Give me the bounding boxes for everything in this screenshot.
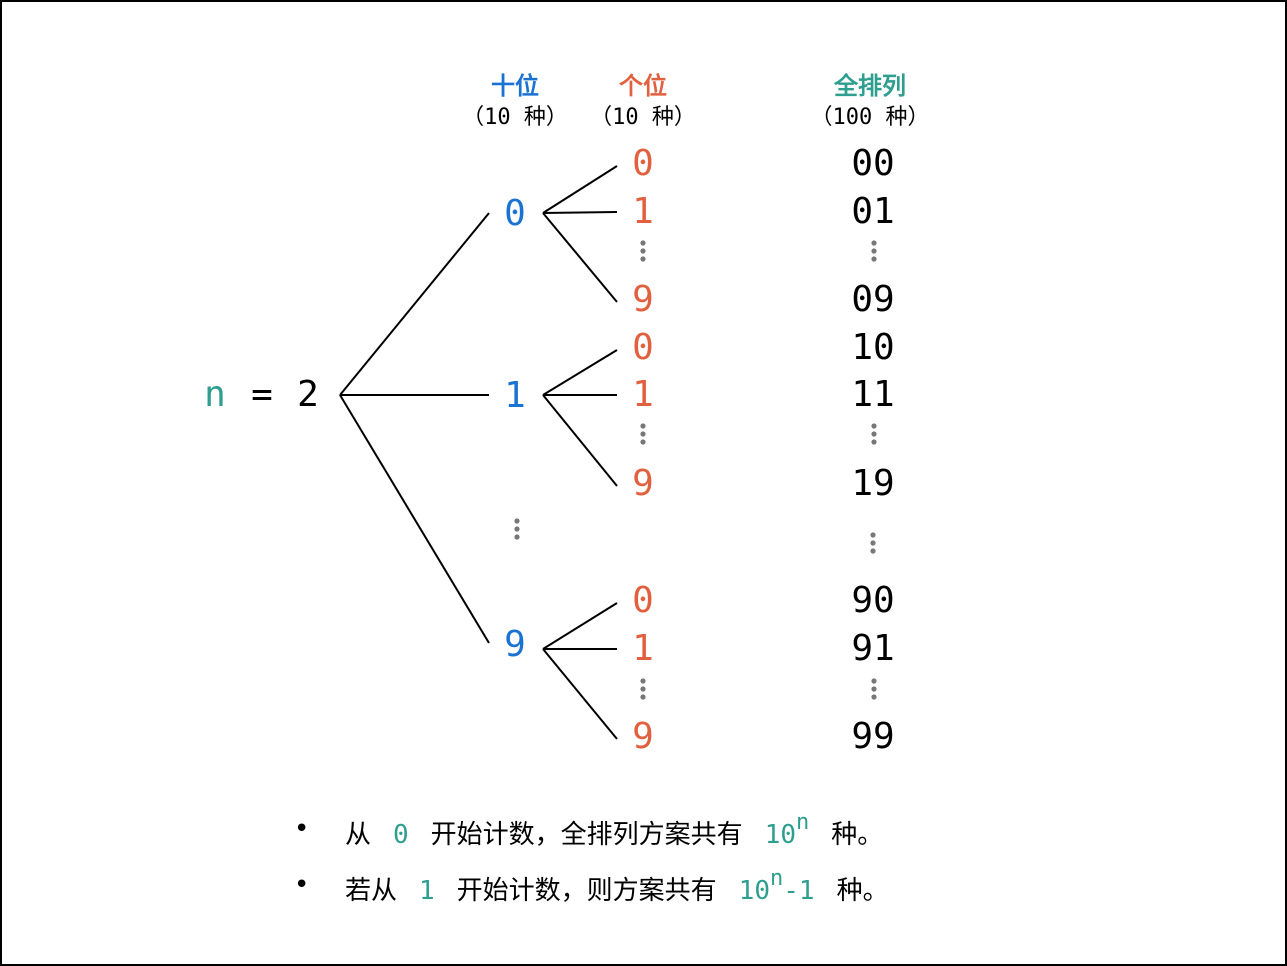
branch-edge — [542, 648, 618, 740]
note-base: 10 — [764, 820, 796, 850]
bullet-icon: • — [294, 814, 310, 844]
result-value: 91 — [851, 628, 894, 669]
result-ellipsis-icon — [871, 678, 877, 700]
result-ellipsis-icon — [870, 532, 876, 554]
dot — [870, 540, 876, 546]
header-all-title: 全排列 — [833, 72, 906, 100]
dot — [640, 439, 646, 445]
result-value: 01 — [851, 191, 894, 232]
branch-edge — [542, 349, 618, 396]
tens-digit-node: 0 — [504, 193, 526, 234]
tens-digit-node: 9 — [504, 624, 526, 665]
note-text: 从 0 开始计数，全排列方案共有 10n 种。 — [345, 810, 884, 851]
branch-edge — [542, 165, 618, 214]
ones-digit-node: 1 — [632, 374, 654, 415]
ellipsis-marks — [514, 240, 877, 700]
dot — [514, 526, 520, 532]
result-ellipsis-icon — [871, 423, 877, 445]
note-mid: 开始计数，则方案共有 — [456, 876, 717, 906]
dot — [871, 256, 877, 262]
dot — [640, 678, 646, 684]
root-edge — [339, 212, 490, 396]
note-text: 若从 1 开始计数，则方案共有 10n-1 种。 — [345, 866, 889, 907]
dot — [871, 423, 877, 429]
result-value: 00 — [851, 143, 894, 184]
branch-edge — [542, 394, 618, 487]
note-exp: n — [796, 810, 810, 836]
branch-edge — [542, 212, 618, 303]
dot — [871, 240, 877, 246]
header-ones-title: 个位 — [619, 72, 667, 100]
dot — [640, 423, 646, 429]
note-post: 种。 — [836, 876, 889, 906]
note-pre: 若从 — [345, 876, 398, 906]
branch-edge — [542, 211, 618, 214]
note-pre: 从 — [345, 820, 372, 850]
dot — [640, 431, 646, 437]
bullet-icon: • — [294, 870, 310, 900]
ones-digit-node: 1 — [632, 191, 654, 232]
ones-digit-node: 0 — [632, 327, 654, 368]
dot — [640, 240, 646, 246]
branch-edge — [542, 602, 618, 650]
root-var: n — [204, 374, 226, 415]
header-tens-title: 十位 — [491, 72, 539, 100]
ones-ellipsis-icon — [640, 678, 646, 700]
dot — [870, 548, 876, 554]
result-value: 99 — [851, 716, 894, 757]
dot — [514, 534, 520, 540]
result-value: 11 — [851, 374, 894, 415]
ones-digit-node: 9 — [632, 463, 654, 504]
dot — [871, 248, 877, 254]
ones-ellipsis-icon — [640, 423, 646, 445]
tens-digit-node: 1 — [504, 375, 526, 416]
header-tens-sub: （10 种） — [462, 105, 568, 130]
ones-digit-node: 9 — [632, 716, 654, 757]
figure-frame: 十位 （10 种） 个位 （10 种） 全排列 （100 种） n = 2 01… — [0, 0, 1287, 966]
note-post: 种。 — [831, 820, 884, 850]
dot — [640, 256, 646, 262]
ones-digit-node: 0 — [632, 580, 654, 621]
dot — [871, 686, 877, 692]
root-val: 2 — [297, 374, 319, 415]
dot — [871, 439, 877, 445]
root-edge — [339, 394, 490, 644]
tens-ellipsis-icon — [514, 518, 520, 540]
dot — [514, 518, 520, 524]
ones-digit-node: 0 — [632, 143, 654, 184]
root-eq: = — [251, 374, 273, 415]
dot — [640, 686, 646, 692]
header-all-sub: （100 种） — [811, 105, 930, 130]
result-value: 19 — [851, 463, 894, 504]
dot — [640, 694, 646, 700]
note-mid: 开始计数，全排列方案共有 — [430, 820, 743, 850]
note-code: 1 — [419, 876, 435, 906]
dot — [870, 532, 876, 538]
ones-digit-node: 9 — [632, 279, 654, 320]
dot — [640, 248, 646, 254]
tree-edges — [339, 165, 618, 740]
result-value: 90 — [851, 580, 894, 621]
ones-digit-node: 1 — [632, 628, 654, 669]
note-base: 10 — [738, 876, 770, 906]
dot — [871, 678, 877, 684]
result-value: 10 — [851, 327, 894, 368]
note-code: 0 — [393, 820, 409, 850]
tree-nodes: 0190 001 019 090 101 119 190 901 919 99 — [504, 143, 895, 757]
result-value: 09 — [851, 279, 894, 320]
note-exp: n — [770, 866, 784, 892]
note-tail: -1 — [783, 876, 815, 906]
dot — [871, 431, 877, 437]
ones-ellipsis-icon — [640, 240, 646, 262]
header-ones-sub: （10 种） — [590, 105, 696, 130]
result-ellipsis-icon — [871, 240, 877, 262]
dot — [871, 694, 877, 700]
